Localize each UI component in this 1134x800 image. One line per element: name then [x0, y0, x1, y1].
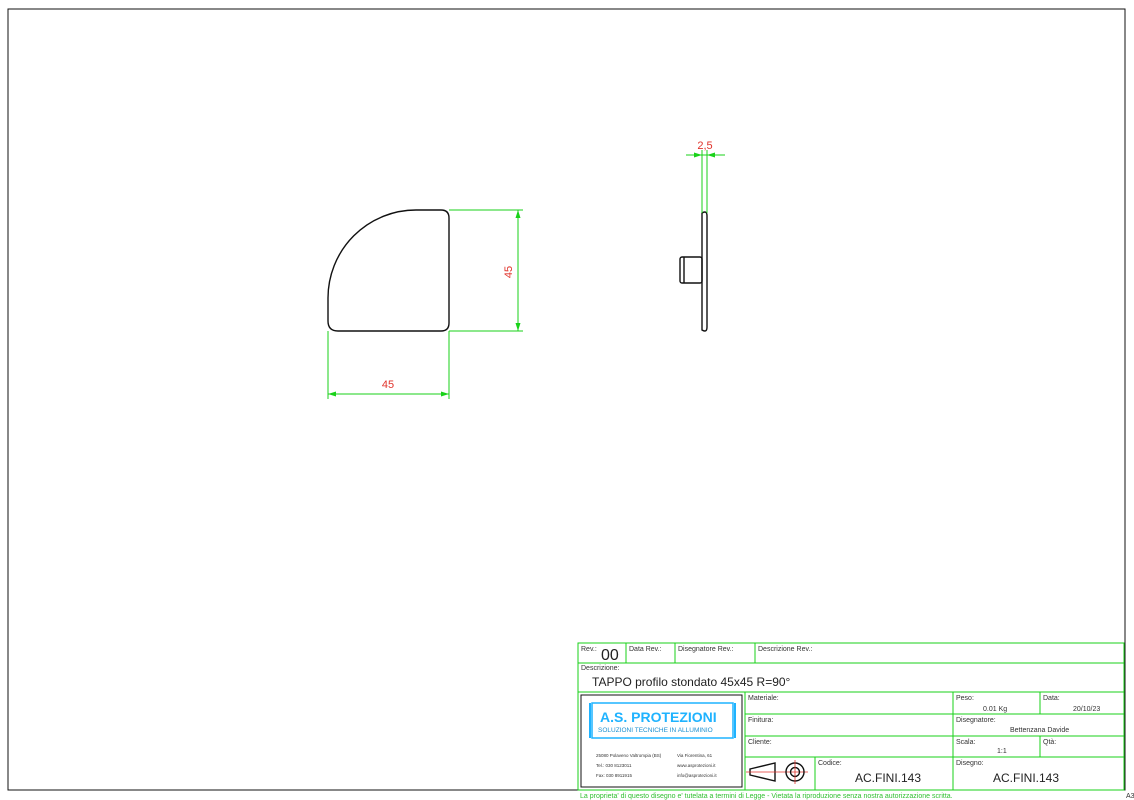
company-name: A.S. PROTEZIONI	[600, 709, 717, 725]
codice-label: Codice:	[818, 760, 842, 767]
arrow-thick-left	[694, 152, 702, 158]
qta-label: Qtà:	[1043, 739, 1056, 746]
title-block: Rev.: 00 Data Rev.: Disegnatore Rev.: De…	[577, 642, 1125, 791]
finitura-label: Finitura:	[748, 717, 773, 724]
copyright-notice: La proprieta' di questo disegno e' tutel…	[580, 793, 953, 800]
codice-value: AC.FINI.143	[855, 771, 921, 785]
disegnatore-value: Bettenzana Davide	[1010, 727, 1069, 734]
arrow-thick-right	[707, 152, 715, 158]
materiale-label: Materiale:	[748, 695, 779, 702]
arrow-left	[328, 391, 336, 397]
front-view: 45 45	[327, 209, 523, 399]
logo-line1-left: 25080 Polaveno Valtrompia (BS)	[596, 753, 662, 758]
peso-label: Peso:	[956, 695, 974, 702]
company-tagline: SOLUZIONI TECNICHE IN ALLUMINIO	[598, 727, 713, 734]
scala-label: Scala:	[956, 739, 976, 746]
logo-line2-right: www.asprotezioni.it	[677, 763, 716, 768]
sheet-size-label: A3	[1126, 793, 1134, 800]
data-value: 20/10/23	[1073, 706, 1100, 713]
technical-drawing-sheet: 45 45 2,5 Rev.: 00 Data Rev.: Disegnator…	[7, 8, 1134, 800]
side-view-plate	[701, 211, 708, 332]
arrow-right	[441, 391, 449, 397]
cliente-label: Cliente:	[748, 739, 772, 746]
data-rev-label: Data Rev.:	[629, 646, 662, 653]
data-label: Data:	[1043, 695, 1060, 702]
rev-value: 00	[601, 647, 619, 664]
descrizione-label: Descrizione:	[581, 665, 620, 672]
logo-line1-right: Via Fiorentina, 61	[677, 753, 713, 758]
dim-height-value: 45	[503, 266, 515, 278]
projection-symbol	[746, 760, 808, 784]
disegnatore-label: Disegnatore:	[956, 717, 996, 724]
peso-value: 0.01 Kg	[983, 706, 1007, 713]
logo-line3-left: Fax: 030 8911915	[596, 773, 632, 778]
scala-value: 1:1	[997, 748, 1007, 755]
rev-label: Rev.:	[581, 646, 597, 653]
arrow-bottom	[515, 323, 521, 331]
logo-line2-left: Tel.: 030 8123011	[596, 763, 632, 768]
side-view: 2,5	[679, 140, 725, 332]
disegnatore-rev-label: Disegnatore Rev.:	[678, 646, 734, 653]
company-logo: A.S. PROTEZIONI SOLUZIONI TECNICHE IN AL…	[580, 694, 743, 788]
disegno-label: Disegno:	[956, 760, 984, 767]
drawing-frame	[7, 8, 1126, 791]
logo-line3-right: info@asprotezioni.it	[677, 773, 717, 778]
arrow-top	[515, 210, 521, 218]
descrizione-rev-label: Descrizione Rev.:	[758, 646, 812, 653]
front-view-outline	[327, 209, 450, 332]
descrizione-value: TAPPO profilo stondato 45x45 R=90°	[592, 675, 791, 689]
disegno-value: AC.FINI.143	[993, 771, 1059, 785]
dim-width-value: 45	[382, 379, 394, 391]
dim-thickness-value: 2,5	[697, 140, 712, 152]
